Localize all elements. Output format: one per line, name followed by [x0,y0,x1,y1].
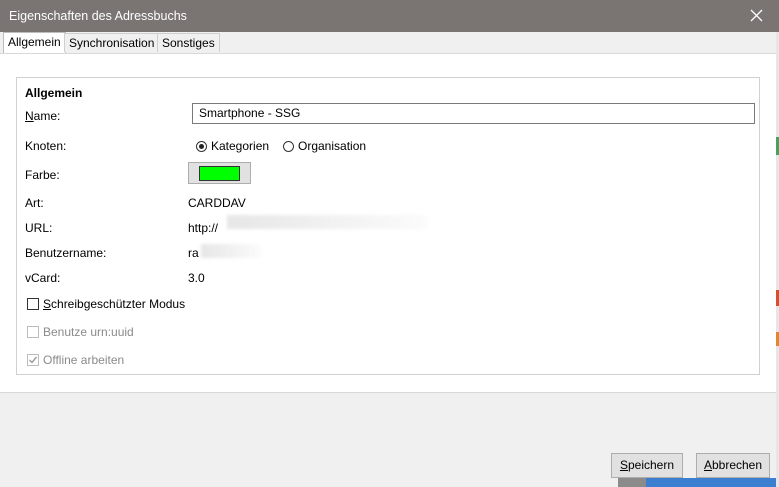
redacted-url [227,215,427,229]
radio-kategorien-label: Kategorien [211,139,270,153]
redacted-username [201,244,261,258]
checkmark-icon [29,356,38,364]
art-label: Art: [25,196,44,210]
cancel-rest: bbrechen [711,458,763,472]
readonly-checkbox-label: Schreibgeschützter Modus [43,297,185,311]
group-title: Allgemein [25,86,83,100]
cancel-button[interactable]: Abbrechen [696,453,770,478]
color-swatch [199,166,240,181]
url-value: http:// [188,221,219,235]
checkbox-box [27,354,39,366]
window-title: Eigenschaften des Adressbuchs [9,9,187,23]
background-selection [646,478,776,487]
close-button[interactable] [735,0,779,32]
radio-organisation[interactable]: Organisation [283,139,366,153]
radio-organisation-label: Organisation [298,139,367,153]
color-picker-button[interactable] [188,162,251,184]
save-button[interactable]: Speichern [611,453,683,478]
offline-checkbox[interactable]: Offline arbeiten [27,353,124,367]
radio-dot-checked [196,140,207,152]
tab-allgemein[interactable]: Allgemein [3,32,66,53]
checkbox-box [27,298,39,310]
readonly-rest: chreibgeschützter Modus [51,297,186,311]
vcard-label: vCard: [25,271,61,285]
title-bar: Eigenschaften des Adressbuchs [0,0,779,32]
offline-checkbox-label: Offline arbeiten [43,353,125,367]
benutzername-value: ra [188,246,199,260]
close-icon [750,9,763,22]
name-label-rest: ame: [33,109,61,123]
vcard-value: 3.0 [188,271,205,285]
name-label-accel: N [25,109,34,123]
benutzername-label: Benutzername: [25,246,107,260]
radio-kategorien[interactable]: Kategorien [196,139,269,153]
farbe-label: Farbe: [25,168,60,182]
tab-synchronisation[interactable]: Synchronisation [64,33,160,52]
urn-uuid-checkbox-label: Benutze urn:uuid [43,325,134,339]
checkbox-box [27,326,39,338]
url-label: URL: [25,221,53,235]
art-value: CARDDAV [188,196,246,210]
name-label: Name: [25,109,60,123]
background-window-strip [618,478,776,487]
readonly-checkbox[interactable]: Schreibgeschützter Modus [27,297,185,311]
name-input[interactable]: Smartphone - SSG [192,103,755,124]
knoten-label: Knoten: [25,139,67,153]
urn-uuid-checkbox[interactable]: Benutze urn:uuid [27,325,134,339]
tab-sonstiges[interactable]: Sonstiges [157,33,220,52]
tab-panel-allgemein: Allgemein Name: Smartphone - SSG Knoten:… [0,53,776,393]
save-accel: S [619,458,628,472]
general-group: Allgemein Name: Smartphone - SSG Knoten:… [16,77,760,375]
radio-dot-unchecked [283,140,294,152]
save-rest: peichern [627,458,675,472]
cancel-accel: A [703,458,712,472]
readonly-accel: S [43,297,52,311]
